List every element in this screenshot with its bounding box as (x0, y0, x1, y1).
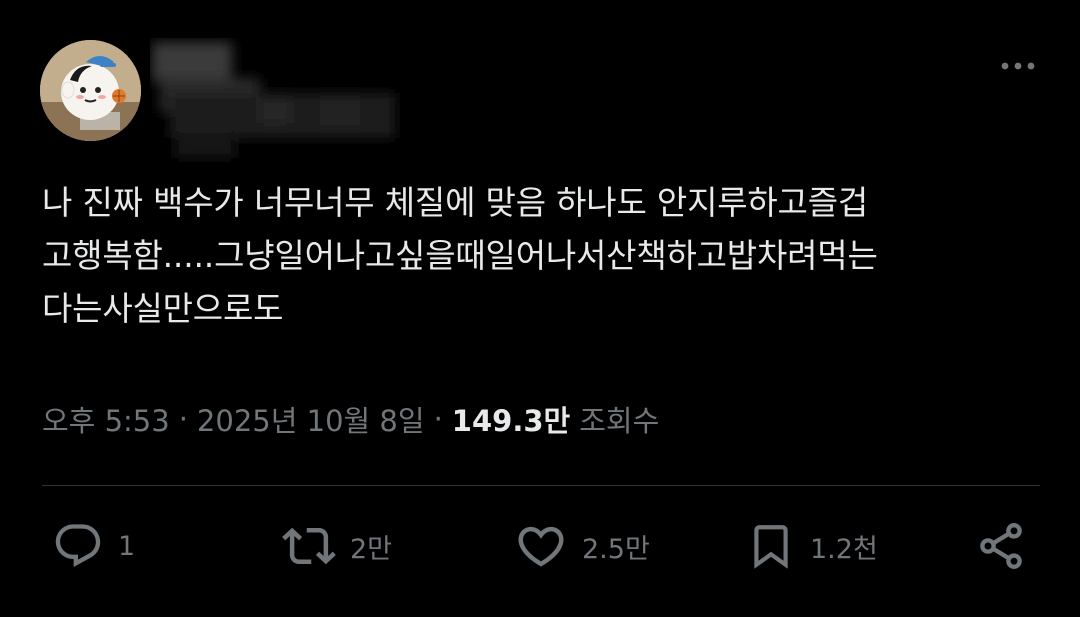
reply-button[interactable]: 1 (52, 516, 135, 576)
meta-separator: · (178, 402, 188, 436)
tweet-meta: 오후 5:53 · 2025년 10월 8일 · 149.3만 조회수 (42, 396, 659, 442)
avatar-image (40, 40, 141, 141)
avatar[interactable] (40, 40, 141, 141)
bookmark-icon (746, 519, 796, 573)
tweet-container: 나 진짜 백수가 너무너무 체질에 맞음 하나도 안지루하고즐겁 고행복함...… (0, 0, 1080, 617)
meta-separator: · (433, 402, 443, 436)
reply-count: 1 (118, 530, 136, 562)
bookmark-count: 1.2천 (810, 533, 878, 565)
retweet-count: 2만 (350, 533, 393, 565)
tweet-text-line: 고행복함.....그냥일어나고싶을때일어나서산책하고밥차려먹는 (42, 236, 878, 275)
reply-icon (52, 520, 104, 572)
tweet-text-line: 나 진짜 백수가 너무너무 체질에 맞음 하나도 안지루하고즐겁 (42, 183, 869, 222)
tweet-text: 나 진짜 백수가 너무너무 체질에 맞음 하나도 안지루하고즐겁 고행복함...… (42, 176, 1042, 335)
views-count[interactable]: 149.3만 (452, 398, 570, 440)
heart-icon (514, 519, 568, 573)
like-button[interactable]: 2.5만 (514, 516, 650, 576)
redacted-user-name (150, 38, 400, 163)
share-icon (975, 520, 1027, 572)
tweet-time[interactable]: 오후 5:53 (42, 398, 170, 440)
retweet-icon (282, 519, 336, 573)
like-count: 2.5만 (582, 533, 650, 565)
divider (42, 485, 1040, 486)
bookmark-button[interactable]: 1.2천 (746, 516, 878, 576)
more-options-button[interactable] (995, 52, 1041, 80)
more-horizontal-icon (1000, 61, 1036, 71)
retweet-button[interactable]: 2만 (282, 516, 392, 576)
views-label: 조회수 (579, 404, 660, 438)
tweet-text-line: 다는사실만으로도 (42, 289, 284, 328)
tweet-date[interactable]: 2025년 10월 8일 (197, 398, 425, 440)
share-button[interactable] (975, 516, 1027, 576)
